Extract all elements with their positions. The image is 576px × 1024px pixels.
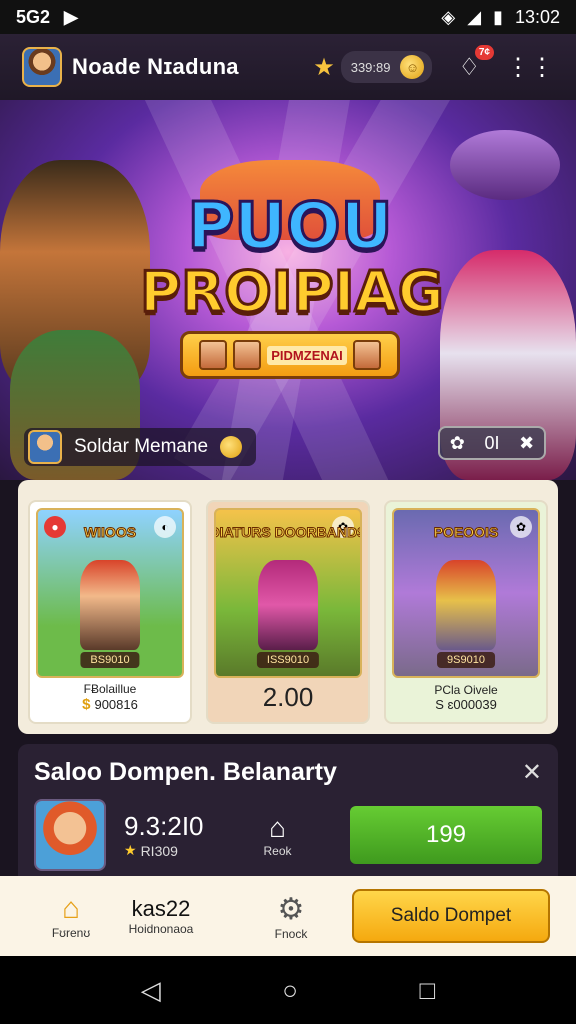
logo-line-2: PROIPIAG: [139, 259, 446, 327]
game-thumbnail: ✿ DIATURS DOORBANDS ISS9010: [214, 508, 362, 678]
panel-stats: 9.3:2I0 ★ RI309: [124, 811, 204, 859]
card-info: 2.00: [214, 678, 362, 716]
game-card[interactable]: ● ◐ WIIOOS BS9010 FɃolaillue $900816: [28, 500, 192, 724]
home-icon: ⌂: [61, 892, 81, 925]
chip-label: Soldar Memane: [74, 436, 209, 457]
currency-value: 339:89: [350, 59, 391, 75]
panel-sub: ★ RI309: [124, 842, 204, 859]
mini-portrait: [233, 340, 262, 370]
signal-icon: ◢: [467, 6, 482, 27]
saldo-dompet-button[interactable]: Saldo Dompet: [352, 889, 550, 943]
panel-amount: 9.3:2I0: [124, 811, 204, 841]
card-price-value: 2.00: [262, 681, 314, 712]
app-title: Noade Nɪaduna: [72, 54, 239, 79]
chat-text: kas22: [131, 896, 191, 921]
thumb-badge: 9S9010: [437, 652, 495, 668]
profile-avatar[interactable]: [22, 47, 62, 87]
thumb-title: WIIOOS: [83, 524, 137, 541]
card-info: FɃolaillue $900816: [36, 678, 184, 716]
nav-chat[interactable]: kas22 Hoidnonaoa: [116, 896, 206, 936]
mini-portrait: [352, 340, 381, 370]
close-icon[interactable]: ✖: [519, 433, 534, 454]
close-icon[interactable]: ✕: [522, 758, 542, 787]
thumb-title: POEOOIS: [433, 524, 499, 541]
home-circle-icon[interactable]: ○: [282, 975, 298, 1006]
carrier-label: 5G2: [16, 6, 51, 27]
wifi-icon: ◈: [441, 6, 456, 27]
panel-title: Saloo Dompen. Belanarty: [34, 758, 337, 786]
card-price: S ɛ000039: [435, 696, 497, 712]
bottom-nav: ⌂ Fʊrenʊ kas22 Hoidnonaoa ⚙ Fnock Saldo …: [0, 876, 576, 956]
share-icon[interactable]: ◐: [154, 516, 176, 538]
card-info: PCla Oivele S ɛ000039: [392, 678, 540, 716]
thumb-hero: [80, 560, 140, 650]
gear-icon: ⚙: [277, 892, 305, 926]
card-name: PCla Oivele: [434, 682, 498, 697]
logo-plate-text: PIDMZENAI: [267, 345, 347, 365]
currency-display[interactable]: ★ 339:89 ☺: [313, 51, 433, 83]
spaceship-decoration: [450, 130, 560, 200]
status-bar: 5G2 ▶ ◈ ◢ ▮ 13:02: [0, 0, 576, 34]
menu-icon[interactable]: ⋮⋮: [506, 53, 554, 82]
app-header: Noade Nɪaduna ★ 339:89 ☺ ♢ 7¢ ⋮⋮: [0, 34, 576, 100]
back-icon[interactable]: ◁: [141, 975, 161, 1006]
panel-home-link[interactable]: ⌂ Reok: [264, 812, 292, 858]
notification-button[interactable]: ♢ 7¢: [458, 44, 494, 82]
game-logo: PUOU PROIPIAG PIDMZENAI: [139, 189, 446, 379]
thumb-hero: [258, 560, 318, 650]
chip-avatar: [28, 430, 62, 464]
star-icon: ★: [124, 842, 137, 858]
game-card[interactable]: ✿ DIATURS DOORBANDS ISS9010 2.00: [206, 500, 370, 724]
nav-home[interactable]: ⌂ Fʊrenʊ: [26, 892, 116, 940]
mini-portrait: [199, 340, 228, 370]
card-price: $900816: [82, 696, 138, 713]
nav-settings[interactable]: ⚙ Fnock: [246, 892, 336, 941]
nav-home-label: Fʊrenʊ: [51, 926, 91, 940]
card-price-value: 900816: [94, 696, 138, 712]
hero-banner[interactable]: PUOU PROIPIAG PIDMZENAI Soldar Memane ✿ …: [0, 100, 576, 480]
game-thumbnail: ✿ POEOOIS 9S9010: [392, 508, 540, 678]
panel-avatar: [34, 799, 106, 871]
banner-user-chip[interactable]: Soldar Memane: [24, 428, 257, 466]
currency-pill: 339:89 ☺: [340, 51, 433, 83]
nav-chat-label: Hoidnonaoa: [128, 922, 194, 936]
battery-icon: ▮: [493, 6, 503, 27]
banner-controls[interactable]: ✿ 0I ✖: [438, 426, 546, 460]
game-card[interactable]: ✿ POEOOIS 9S9010 PCla Oivele S ɛ000039: [384, 500, 548, 724]
recents-icon[interactable]: □: [420, 975, 436, 1006]
badge-icon: ●: [44, 516, 66, 538]
card-name: FɃolaillue: [83, 681, 137, 696]
media-icon: ▶: [64, 6, 78, 27]
banner-ctrl-label: 0I: [484, 432, 500, 453]
coin-icon: [220, 436, 243, 458]
clock: 13:02: [514, 6, 560, 27]
panel-action-button[interactable]: 199: [350, 806, 542, 864]
nav-settings-label: Fnock: [274, 926, 308, 941]
system-nav-bar: ◁ ○ □: [0, 956, 576, 1024]
panel-sub-value: RI309: [140, 842, 178, 859]
gear-icon[interactable]: ✿: [510, 516, 532, 538]
notification-badge: 7¢: [474, 44, 494, 60]
coin-icon: ☺: [400, 55, 425, 79]
wallet-panel: Saloo Dompen. Belanarty ✕ 9.3:2I0 ★ RI309…: [18, 744, 558, 876]
thumb-title: DIATURS DOORBANDS: [214, 524, 362, 541]
game-thumbnail: ● ◐ WIIOOS BS9010: [36, 508, 184, 678]
logo-plate: PIDMZENAI: [180, 331, 400, 379]
game-card-list: ● ◐ WIIOOS BS9010 FɃolaillue $900816 ✿ D…: [18, 480, 558, 734]
star-icon: ★: [313, 53, 335, 81]
dollar-icon: $: [82, 695, 91, 713]
settings-icon[interactable]: ✿: [450, 433, 465, 454]
thumb-hero: [436, 560, 496, 650]
thumb-badge: BS9010: [80, 652, 140, 668]
house-icon: ⌂: [269, 812, 286, 843]
panel-row: 9.3:2I0 ★ RI309 ⌂ Reok 199: [34, 799, 542, 871]
panel-mid-label: Reok: [263, 844, 292, 858]
logo-line-1: PUOU: [186, 189, 394, 266]
thumb-badge: ISS9010: [256, 652, 320, 668]
